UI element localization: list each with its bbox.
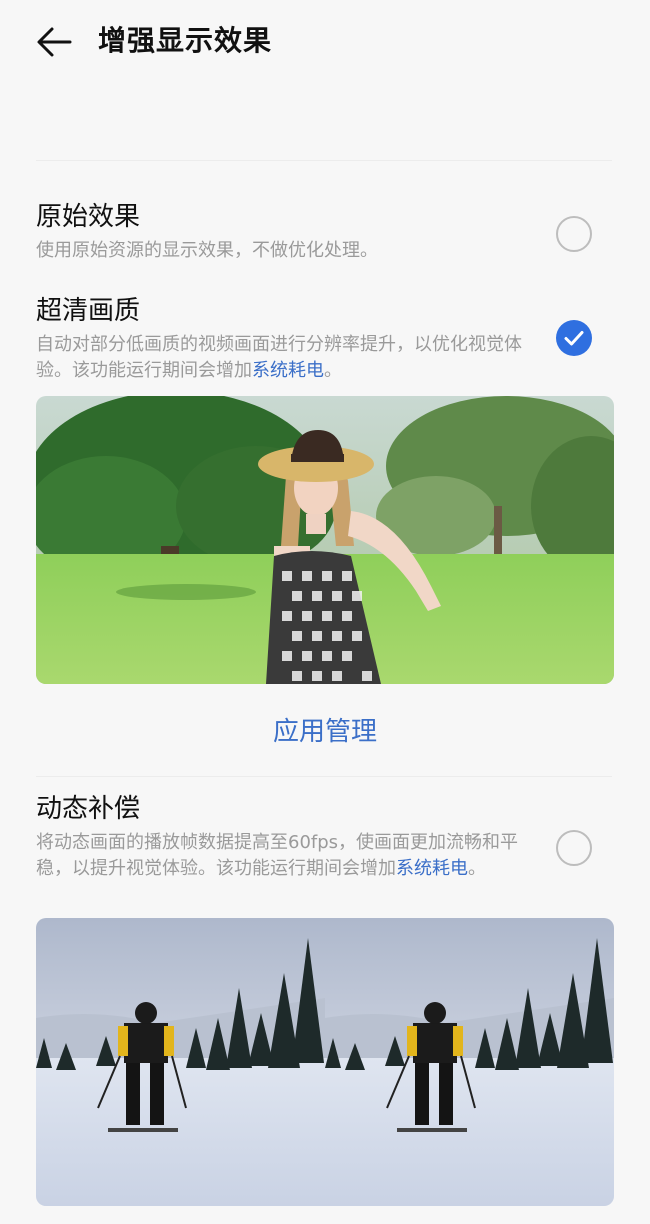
option-motion-compensation[interactable]: 动态补偿 将动态画面的播放帧数据提高至60fps，使画面更加流畅和平稳，以提升视… xyxy=(36,792,612,882)
motion-compensation-radio[interactable] xyxy=(556,830,592,866)
battery-usage-link[interactable]: 系统耗电 xyxy=(396,858,468,879)
back-button[interactable] xyxy=(34,22,82,62)
option-original[interactable]: 原始效果 使用原始资源的显示效果，不做优化处理。 xyxy=(36,200,612,264)
option-description: 自动对部分低画质的视频画面进行分辨率提升，以优化视觉体验。该功能运行期间会增加系… xyxy=(36,332,526,384)
title-bar: 增强显示效果 xyxy=(0,0,650,84)
option-title: 超清画质 xyxy=(36,296,141,326)
motion-compensation-preview-image xyxy=(36,918,614,1206)
app-management-link[interactable]: 应用管理 xyxy=(0,712,650,752)
divider xyxy=(36,160,612,161)
option-description: 将动态画面的播放帧数据提高至60fps，使画面更加流畅和平稳，以提升视觉体验。该… xyxy=(36,830,526,882)
super-resolution-radio[interactable] xyxy=(556,320,592,356)
page-title: 增强显示效果 xyxy=(98,24,273,57)
divider xyxy=(36,776,612,777)
description-end: 。 xyxy=(468,858,486,879)
original-radio[interactable] xyxy=(556,216,592,252)
option-super-resolution[interactable]: 超清画质 自动对部分低画质的视频画面进行分辨率提升，以优化视觉体验。该功能运行期… xyxy=(36,294,612,384)
option-title: 动态补偿 xyxy=(36,794,141,824)
back-arrow-icon xyxy=(37,27,72,57)
option-title: 原始效果 xyxy=(36,202,141,232)
option-description: 使用原始资源的显示效果，不做优化处理。 xyxy=(36,240,378,261)
battery-usage-link[interactable]: 系统耗电 xyxy=(252,360,324,381)
description-end: 。 xyxy=(324,360,342,381)
super-resolution-preview-image xyxy=(36,396,614,684)
checkmark-icon xyxy=(564,331,584,346)
